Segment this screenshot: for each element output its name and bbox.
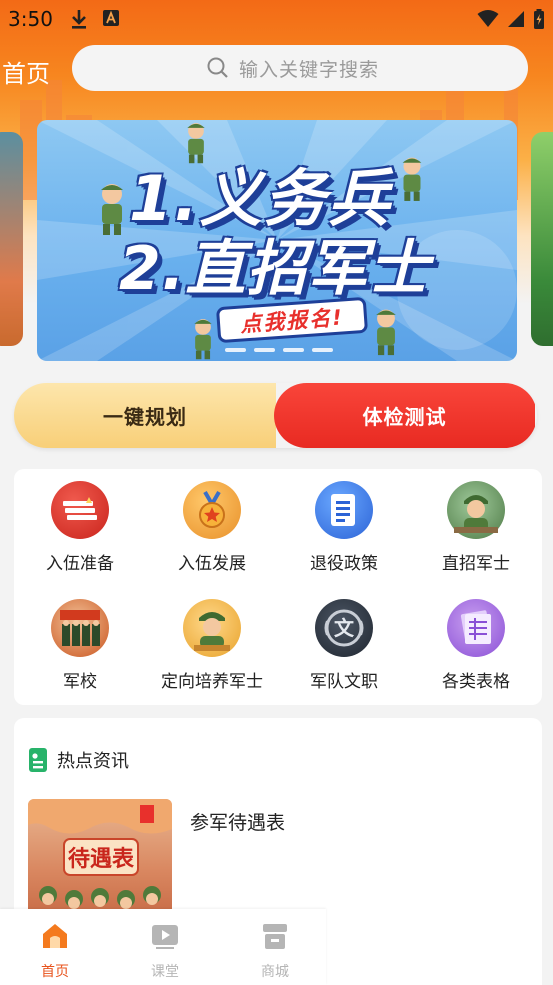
tab-label: 课堂 [151, 964, 179, 980]
search-icon [207, 57, 229, 79]
svg-text:文: 文 [334, 616, 355, 640]
grid-item-enlistment-development[interactable]: 入伍发展 [146, 481, 278, 574]
carousel-dot [225, 348, 246, 352]
wifi-icon [477, 10, 499, 27]
news-item-title[interactable]: 参军待遇表 [190, 808, 285, 835]
page-title: 首页 [2, 60, 50, 88]
carousel-dot [254, 348, 275, 352]
action-buttons: 一键规划 体检测试 [14, 383, 537, 448]
grid-item-label: 直招军士 [442, 554, 510, 574]
news-thumbnail[interactable]: 待遇表 [28, 799, 172, 919]
search-input[interactable]: 输入关键字搜索 [72, 45, 528, 91]
status-time: 3:50 [8, 7, 53, 31]
officer-avatar-icon [183, 599, 241, 657]
grid-item-label: 军校 [63, 672, 97, 692]
document-icon [315, 481, 373, 539]
grid-item-label: 各类表格 [442, 672, 510, 692]
download-icon [72, 10, 86, 29]
grid-item-label: 军队文职 [310, 672, 378, 692]
news-icon [29, 748, 47, 772]
cartoon-soldier-icon [376, 309, 396, 356]
banner-carousel[interactable]: 1.义务兵 2.直招军士 点我报名! [37, 120, 517, 361]
carousel-dot [283, 348, 304, 352]
grid-item-enlistment-prep[interactable]: 入伍准备 [14, 481, 146, 574]
news-thumbnail-art: 待遇表 [28, 799, 172, 909]
forms-icon [447, 599, 505, 657]
store-icon [263, 924, 287, 949]
search-placeholder: 输入关键字搜索 [239, 58, 380, 81]
grid-item-targeted-sergeant-training[interactable]: 定向培养军士 [146, 599, 278, 692]
banner-headline-2: 2.直招军士 [119, 234, 430, 304]
grid-item-forms[interactable]: 各类表格 [410, 599, 542, 692]
battery-icon [534, 9, 544, 29]
carousel-prev-slide[interactable] [0, 132, 23, 346]
grid-item-direct-sergeant[interactable]: 直招军士 [410, 481, 542, 574]
hot-news-header: 热点资讯 [28, 747, 129, 773]
hot-news-title: 热点资讯 [57, 751, 129, 772]
grid-item-label: 入伍准备 [46, 554, 114, 574]
physical-exam-test-button[interactable]: 体检测试 [274, 383, 535, 448]
soldier-avatar-icon [447, 481, 505, 539]
news-thumbnail-text: 待遇表 [68, 846, 135, 872]
tab-label: 首页 [41, 964, 69, 980]
carousel-dot [312, 348, 333, 352]
bottom-tab-bar: 首页 课堂 商城 [0, 909, 326, 985]
paper-stack-icon [51, 481, 109, 539]
cell-signal-icon [508, 11, 524, 27]
grid-item-label: 定向培养军士 [161, 672, 263, 692]
app-notification-icon [103, 10, 119, 26]
cartoon-soldier-icon [101, 184, 123, 235]
tab-classroom[interactable]: 课堂 [110, 921, 220, 981]
medal-icon [183, 481, 241, 539]
grid-item-veteran-policy[interactable]: 退役政策 [278, 481, 410, 574]
status-bar: 3:50 [0, 0, 553, 40]
tab-home[interactable]: 首页 [0, 921, 110, 981]
cartoon-soldier-icon [187, 123, 205, 164]
tab-label: 商城 [261, 964, 289, 980]
video-icon [152, 925, 178, 949]
wen-emblem-icon: 文 [315, 599, 373, 657]
grid-item-military-civilian-jobs[interactable]: 文 军队文职 [278, 599, 410, 692]
tab-store[interactable]: 商城 [220, 921, 330, 981]
cartoon-soldier-icon [402, 157, 422, 201]
honor-guard-icon [51, 599, 109, 657]
carousel-next-slide[interactable] [531, 132, 553, 346]
grid-item-label: 退役政策 [310, 554, 378, 574]
home-icon [43, 924, 67, 948]
one-click-plan-button[interactable]: 一键规划 [14, 383, 276, 448]
carousel-indicator [225, 348, 333, 352]
grid-item-military-academy[interactable]: 军校 [14, 599, 146, 692]
cartoon-soldier-icon [194, 319, 212, 360]
feature-grid: 入伍准备 入伍发展 退役政策 直招军士 军校 定向培养军士 文 军队文职 各类表… [14, 469, 542, 705]
grid-item-label: 入伍发展 [178, 554, 246, 574]
